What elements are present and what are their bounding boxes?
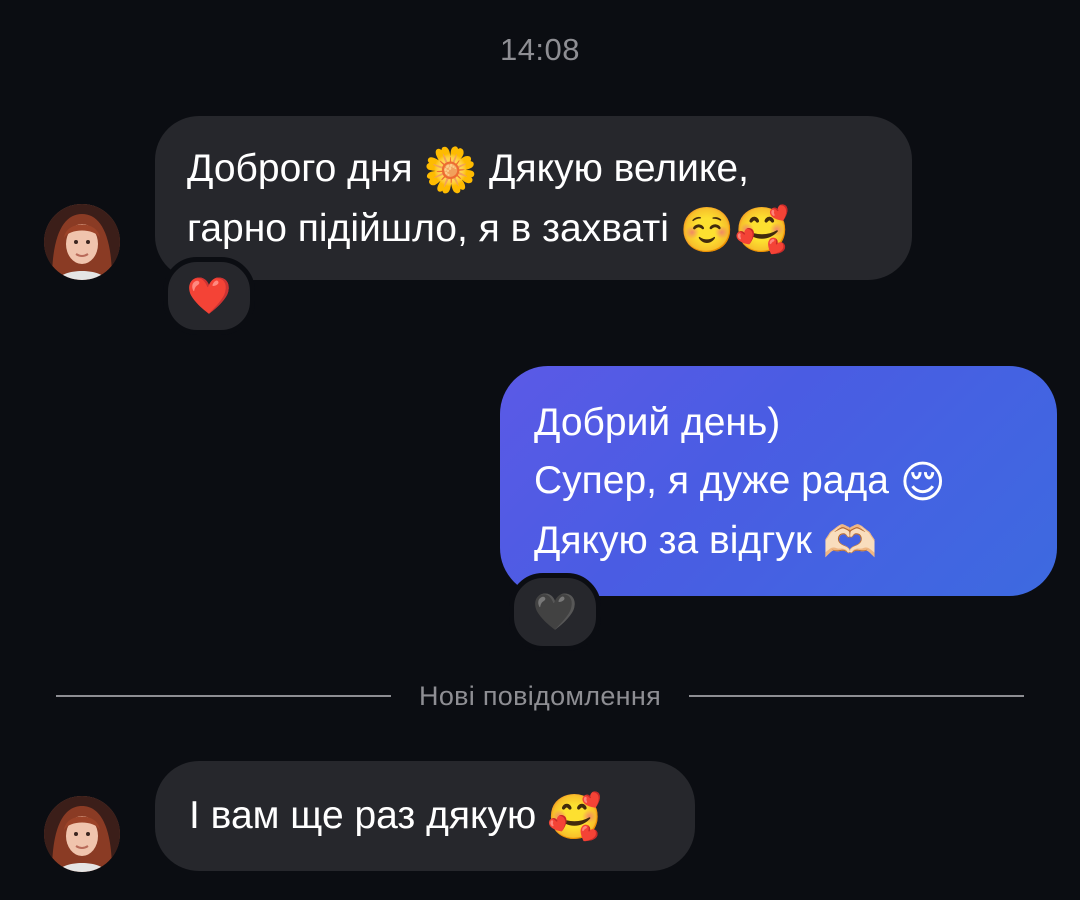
message-text: Дякую велике, <box>478 147 749 190</box>
sender-avatar[interactable] <box>44 204 120 280</box>
new-messages-label: Нові повідомлення <box>419 680 661 711</box>
message-bubble-incoming[interactable]: Доброго дня 🌼 Дякую велике, гарно підійш… <box>155 116 912 280</box>
avatar-image <box>44 204 120 280</box>
red-heart-icon: ❤️ <box>186 275 232 316</box>
sender-avatar[interactable] <box>44 796 120 872</box>
smiling-face-with-hearts-emoji: 🥰 <box>547 792 602 843</box>
black-heart-icon: 🖤 <box>532 591 578 632</box>
reaction-badge[interactable]: 🖤 <box>509 573 601 651</box>
message-bubble-incoming[interactable]: І вам ще раз дякую 🥰 <box>155 761 695 871</box>
divider-line <box>689 695 1025 697</box>
message-timestamp: 14:08 <box>499 32 581 67</box>
message-line: гарно підійшло, я в захваті ☺️🥰 <box>187 200 880 260</box>
blossom-emoji: 🌼 <box>423 145 479 196</box>
message-line: Доброго дня 🌼 Дякую велике, <box>187 140 880 200</box>
relieved-face-emoji: 😌 <box>899 457 946 508</box>
message-text: гарно підійшло, я в захваті <box>187 207 680 250</box>
smiling-face-with-hearts-emoji: 🥰 <box>734 205 790 256</box>
message-text: Добрий день) <box>534 401 781 444</box>
heart-hands-emoji: 🫶🏻 <box>822 517 878 568</box>
smiling-face-emoji: ☺️ <box>679 205 735 256</box>
message-line: Супер, я дуже рада 😌 <box>534 452 1025 512</box>
message-bubble-outgoing[interactable]: Добрий день) Супер, я дуже рада 😌 Дякую … <box>500 366 1057 596</box>
message-line: Дякую за відгук 🫶🏻 <box>534 512 1025 572</box>
message-text: Дякую за відгук <box>534 519 823 562</box>
reaction-badge[interactable]: ❤️ <box>163 257 255 335</box>
message-line: Добрий день) <box>534 394 1025 452</box>
message-line: І вам ще раз дякую 🥰 <box>189 787 663 847</box>
new-messages-divider: Нові повідомлення <box>56 678 1025 714</box>
message-text: Доброго дня <box>187 147 424 190</box>
message-text: І вам ще раз дякую <box>189 794 548 837</box>
message-text: Супер, я дуже рада <box>534 459 900 502</box>
avatar-image <box>44 796 120 872</box>
divider-line <box>56 695 392 697</box>
